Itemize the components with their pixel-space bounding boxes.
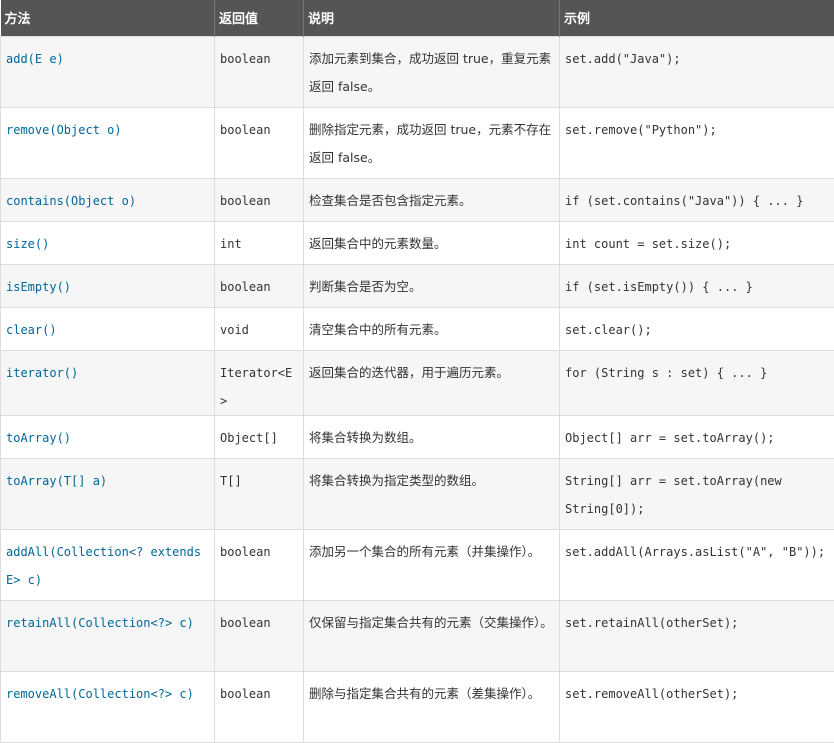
method-cell: removeAll(Collection<?> c) [1, 671, 215, 742]
method-cell: clear() [1, 307, 215, 350]
description-cell: 将集合转换为指定类型的数组。 [304, 458, 560, 529]
return-cell: Object[] [215, 415, 304, 458]
return-cell: Iterator<E> [215, 350, 304, 415]
method-cell: toArray(T[] a) [1, 458, 215, 529]
return-cell: T[] [215, 458, 304, 529]
method-cell: add(E e) [1, 36, 215, 107]
description-cell: 返回集合中的元素数量。 [304, 221, 560, 264]
description-cell: 删除指定元素，成功返回 true，元素不存在返回 false。 [304, 107, 560, 178]
return-cell: void [215, 307, 304, 350]
table-row: contains(Object o) boolean 检查集合是否包含指定元素。… [1, 178, 834, 221]
return-cell: boolean [215, 529, 304, 600]
table-row: isEmpty() boolean 判断集合是否为空。 if (set.isEm… [1, 264, 834, 307]
example-cell: int count = set.size(); [560, 221, 834, 264]
method-cell: size() [1, 221, 215, 264]
method-cell: remove(Object o) [1, 107, 215, 178]
return-cell: int [215, 221, 304, 264]
method-cell: iterator() [1, 350, 215, 415]
header-description: 说明 [304, 0, 560, 36]
header-method: 方法 [1, 0, 215, 36]
return-cell: boolean [215, 264, 304, 307]
description-cell: 仅保留与指定集合共有的元素（交集操作）。 [304, 600, 560, 671]
table-row: removeAll(Collection<?> c) boolean 删除与指定… [1, 671, 834, 742]
method-table: 方法 返回值 说明 示例 add(E e) boolean 添加元素到集合，成功… [0, 0, 834, 743]
example-cell: set.remove("Python"); [560, 107, 834, 178]
method-cell: contains(Object o) [1, 178, 215, 221]
method-cell: toArray() [1, 415, 215, 458]
table-row: toArray() Object[] 将集合转换为数组。 Object[] ar… [1, 415, 834, 458]
description-cell: 判断集合是否为空。 [304, 264, 560, 307]
return-cell: boolean [215, 107, 304, 178]
return-cell: boolean [215, 36, 304, 107]
description-cell: 检查集合是否包含指定元素。 [304, 178, 560, 221]
table-row: size() int 返回集合中的元素数量。 int count = set.s… [1, 221, 834, 264]
example-cell: if (set.isEmpty()) { ... } [560, 264, 834, 307]
method-cell: addAll(Collection<? extends E> c) [1, 529, 215, 600]
example-cell: String[] arr = set.toArray(new String[0]… [560, 458, 834, 529]
example-cell: set.clear(); [560, 307, 834, 350]
method-cell: retainAll(Collection<?> c) [1, 600, 215, 671]
example-cell: for (String s : set) { ... } [560, 350, 834, 415]
description-cell: 添加另一个集合的所有元素（并集操作）。 [304, 529, 560, 600]
return-cell: boolean [215, 671, 304, 742]
header-example: 示例 [560, 0, 834, 36]
return-cell: boolean [215, 600, 304, 671]
description-cell: 返回集合的迭代器，用于遍历元素。 [304, 350, 560, 415]
method-cell: isEmpty() [1, 264, 215, 307]
description-cell: 清空集合中的所有元素。 [304, 307, 560, 350]
description-cell: 删除与指定集合共有的元素（差集操作）。 [304, 671, 560, 742]
table-row: remove(Object o) boolean 删除指定元素，成功返回 tru… [1, 107, 834, 178]
table-row: iterator() Iterator<E> 返回集合的迭代器，用于遍历元素。 … [1, 350, 834, 415]
header-return: 返回值 [215, 0, 304, 36]
table-row: toArray(T[] a) T[] 将集合转换为指定类型的数组。 String… [1, 458, 834, 529]
return-cell: boolean [215, 178, 304, 221]
example-cell: if (set.contains("Java")) { ... } [560, 178, 834, 221]
table-row: clear() void 清空集合中的所有元素。 set.clear(); [1, 307, 834, 350]
example-cell: set.add("Java"); [560, 36, 834, 107]
table-row: add(E e) boolean 添加元素到集合，成功返回 true，重复元素返… [1, 36, 834, 107]
table-header-row: 方法 返回值 说明 示例 [1, 0, 834, 36]
table-row: retainAll(Collection<?> c) boolean 仅保留与指… [1, 600, 834, 671]
table-row: addAll(Collection<? extends E> c) boolea… [1, 529, 834, 600]
example-cell: set.retainAll(otherSet); [560, 600, 834, 671]
description-cell: 将集合转换为数组。 [304, 415, 560, 458]
example-cell: set.removeAll(otherSet); [560, 671, 834, 742]
description-cell: 添加元素到集合，成功返回 true，重复元素返回 false。 [304, 36, 560, 107]
example-cell: set.addAll(Arrays.asList("A", "B")); [560, 529, 834, 600]
example-cell: Object[] arr = set.toArray(); [560, 415, 834, 458]
